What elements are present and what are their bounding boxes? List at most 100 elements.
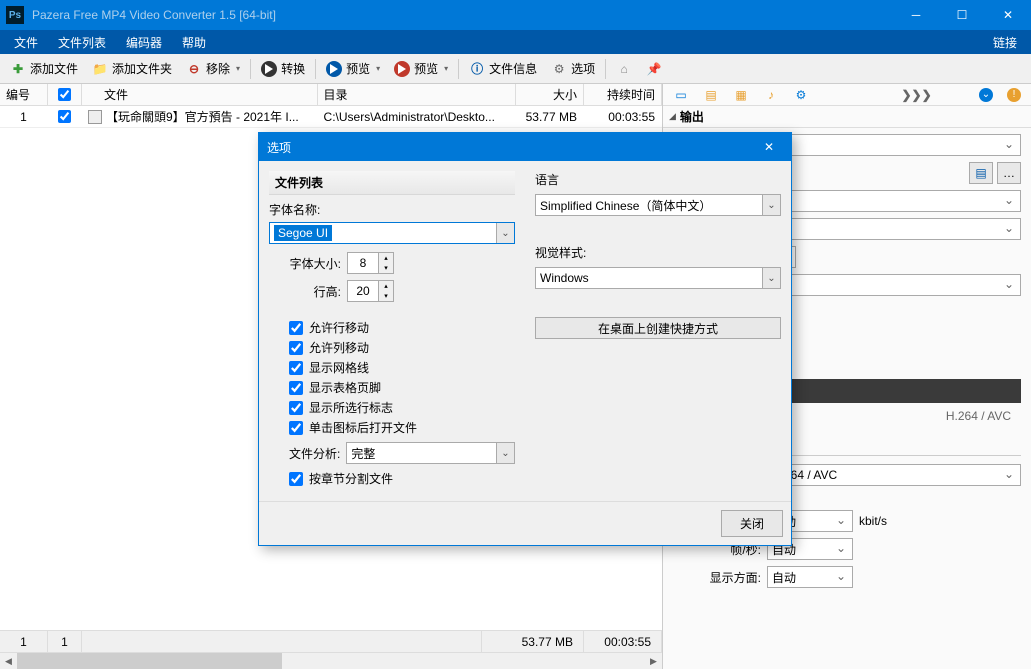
header-checkbox[interactable] xyxy=(58,88,71,101)
font-name-label: 字体名称: xyxy=(269,201,515,218)
close-window-button[interactable]: ✕ xyxy=(985,0,1031,30)
options-label: 选项 xyxy=(571,60,595,77)
row-checkbox-cell xyxy=(48,108,82,125)
combo-dropdown-icon[interactable]: ⌄ xyxy=(762,195,780,215)
convert-button[interactable]: 转换 xyxy=(255,57,311,81)
dialog-close-button[interactable]: ✕ xyxy=(755,133,783,161)
font-size-label: 字体大小: xyxy=(269,255,341,272)
language-combo[interactable]: Simplified Chinese（简体中文） ⌄ xyxy=(535,194,781,216)
font-size-input[interactable] xyxy=(347,252,379,274)
dialog-title: 选项 xyxy=(267,139,755,156)
preview-red-button[interactable]: 预览▾ xyxy=(388,57,454,81)
th-file[interactable]: 文件 xyxy=(82,84,318,105)
spin-down-icon[interactable]: ▾ xyxy=(379,263,393,273)
chk-row-move[interactable] xyxy=(289,321,303,335)
scroll-right-arrow[interactable]: ▶ xyxy=(645,653,662,670)
add-file-button[interactable]: ✚添加文件 xyxy=(4,57,84,81)
remove-button[interactable]: ⊖移除▾ xyxy=(180,57,246,81)
chk-col-move[interactable] xyxy=(289,341,303,355)
dropdown-arrow-icon: ▾ xyxy=(376,64,380,73)
create-desktop-shortcut-button[interactable]: 在桌面上创建快捷方式 xyxy=(535,317,781,339)
pin-button[interactable]: 📌 xyxy=(640,57,668,81)
chk-chapter-split[interactable] xyxy=(289,472,303,486)
menu-encoder[interactable]: 编码器 xyxy=(116,30,172,54)
tab-audio-icon[interactable]: ♪ xyxy=(763,88,779,102)
scroll-thumb[interactable] xyxy=(17,653,282,669)
combo-dropdown-icon[interactable]: ⌄ xyxy=(496,443,514,463)
row-height-label: 行高: xyxy=(269,283,341,300)
minimize-button[interactable]: ─ xyxy=(893,0,939,30)
convert-icon xyxy=(261,61,277,77)
chk-click-open-label: 单击图标后打开文件 xyxy=(309,419,417,436)
status-bar: 1 1 53.77 MB 00:03:55 xyxy=(0,630,662,652)
combo-dropdown-icon[interactable]: ⌄ xyxy=(496,223,514,243)
aspect-select[interactable]: 自动 xyxy=(767,566,853,588)
file-analysis-combo[interactable]: 完整⌄ xyxy=(346,442,515,464)
add-folder-button[interactable]: 📁添加文件夹 xyxy=(86,57,178,81)
th-directory[interactable]: 目录 xyxy=(318,84,516,105)
menubar: 文件 文件列表 编码器 帮助 链接 xyxy=(0,30,1031,54)
chk-click-open[interactable] xyxy=(289,421,303,435)
dialog-titlebar[interactable]: 选项 ✕ xyxy=(259,133,791,161)
file-analysis-label: 文件分析: xyxy=(289,445,340,462)
file-info-button[interactable]: ⓘ文件信息 xyxy=(463,57,543,81)
row-checkbox[interactable] xyxy=(58,110,71,123)
bitrate-unit: kbit/s xyxy=(859,514,887,528)
th-number[interactable]: 编号 xyxy=(0,84,48,105)
tab-folder-icon[interactable]: ▭ xyxy=(673,88,689,102)
preview-blue-button[interactable]: 预览▾ xyxy=(320,57,386,81)
menu-help[interactable]: 帮助 xyxy=(172,30,216,54)
info-icon: ⓘ xyxy=(469,61,485,77)
remove-label: 移除 xyxy=(206,60,230,77)
maximize-button[interactable]: ☐ xyxy=(939,0,985,30)
combo-dropdown-icon[interactable]: ⌄ xyxy=(762,268,780,288)
language-value: Simplified Chinese（简体中文） xyxy=(540,197,711,214)
dialog-close-btn[interactable]: 关闭 xyxy=(721,510,783,537)
tab-document-icon[interactable]: ▤ xyxy=(703,88,719,102)
chevrons-icon[interactable]: ❯❯❯ xyxy=(901,88,931,102)
font-name-value: Segoe UI xyxy=(274,225,332,241)
filelist-group-header: 文件列表 xyxy=(269,171,515,195)
chk-sel-marker[interactable] xyxy=(289,401,303,415)
menu-link[interactable]: 链接 xyxy=(983,30,1027,54)
chk-footer-label: 显示表格页脚 xyxy=(309,379,381,396)
chk-footer[interactable] xyxy=(289,381,303,395)
tab-video-icon[interactable]: ▦ xyxy=(733,88,749,102)
circle-info-icon[interactable]: ! xyxy=(1007,88,1021,102)
chk-col-move-label: 允许列移动 xyxy=(309,339,369,356)
gear-icon: ⚙ xyxy=(551,61,567,77)
spin-up-icon[interactable]: ▴ xyxy=(379,253,393,263)
spin-down-icon[interactable]: ▾ xyxy=(379,291,393,301)
app-icon: Ps xyxy=(6,6,24,24)
row-duration: 00:03:55 xyxy=(584,108,662,126)
browse-more-button[interactable]: … xyxy=(997,162,1021,184)
th-checkbox[interactable] xyxy=(48,84,82,105)
spin-up-icon[interactable]: ▴ xyxy=(379,281,393,291)
table-row[interactable]: 1 【玩命關頭9】官方預告 - 2021年 I... C:\Users\Admi… xyxy=(0,106,662,128)
options-dialog: 选项 ✕ 文件列表 字体名称: Segoe UI ⌄ 字体大小: ▴▾ 行高: … xyxy=(258,132,792,546)
font-size-spinner[interactable]: ▴▾ xyxy=(347,252,394,274)
dialog-body: 文件列表 字体名称: Segoe UI ⌄ 字体大小: ▴▾ 行高: ▴▾ 允许… xyxy=(259,161,791,501)
options-button[interactable]: ⚙选项 xyxy=(545,57,601,81)
th-size[interactable]: 大小 xyxy=(516,84,584,105)
output-section-header[interactable]: ◢ 输出 xyxy=(663,106,1031,128)
row-height-spinner[interactable]: ▴▾ xyxy=(347,280,394,302)
preview-blue-icon xyxy=(326,61,342,77)
vcodec-select[interactable]: H.264 / AVC xyxy=(767,464,1021,486)
row-height-input[interactable] xyxy=(347,280,379,302)
chk-sel-marker-label: 显示所选行标志 xyxy=(309,399,393,416)
font-name-combo[interactable]: Segoe UI ⌄ xyxy=(269,222,515,244)
horizontal-scrollbar[interactable]: ◀ ▶ xyxy=(0,652,662,669)
menu-file[interactable]: 文件 xyxy=(4,30,48,54)
aspect-value: 自动 xyxy=(772,569,796,586)
circle-down-icon[interactable]: ⌄ xyxy=(979,88,993,102)
row-file-label: 【玩命關頭9】官方預告 - 2021年 I... xyxy=(106,108,299,125)
chk-gridlines[interactable] xyxy=(289,361,303,375)
th-duration[interactable]: 持续时间 xyxy=(584,84,662,105)
home-button[interactable]: ⌂ xyxy=(610,57,638,81)
browse-list-button[interactable]: ▤ xyxy=(969,162,993,184)
tab-settings-icon[interactable]: ⚙ xyxy=(793,88,809,102)
scroll-left-arrow[interactable]: ◀ xyxy=(0,653,17,670)
menu-file-list[interactable]: 文件列表 xyxy=(48,30,116,54)
visual-style-combo[interactable]: Windows⌄ xyxy=(535,267,781,289)
